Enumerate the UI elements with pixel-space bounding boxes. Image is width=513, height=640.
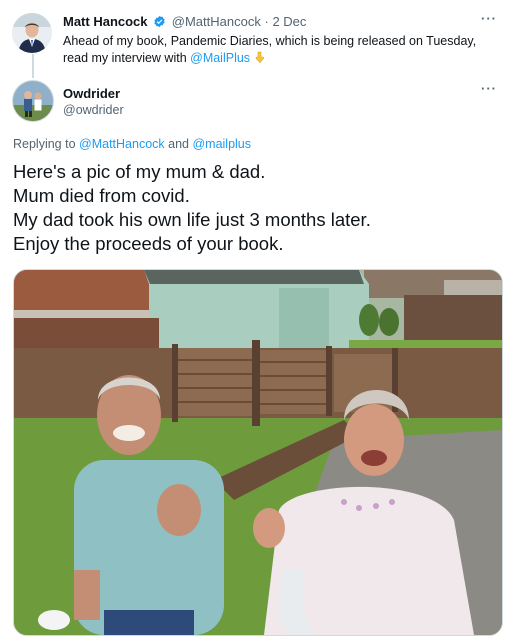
reply-author-handle[interactable]: @owdrider bbox=[63, 103, 124, 117]
reply-line: Mum died from covid. bbox=[13, 185, 190, 206]
author-handle[interactable]: @MattHancock bbox=[172, 14, 261, 29]
tweet-date[interactable]: 2 Dec bbox=[272, 14, 306, 29]
more-options-icon[interactable]: ··· bbox=[481, 12, 497, 25]
original-tweet-header: Matt Hancock @MattHancock · 2 Dec bbox=[63, 14, 306, 32]
replying-and: and bbox=[164, 137, 193, 151]
reply-tweet-text: Here's a pic of my mum & dad. Mum died f… bbox=[13, 160, 503, 256]
reply-line: Here's a pic of my mum & dad. bbox=[13, 161, 266, 182]
mailplus-mention-link[interactable]: @MailPlus bbox=[190, 51, 250, 65]
author-name[interactable]: Matt Hancock bbox=[63, 14, 148, 29]
tweet-text-body: Ahead of my book, Pandemic Diaries, whic… bbox=[63, 34, 477, 65]
attached-photo[interactable] bbox=[13, 269, 503, 636]
replying-to-line: Replying to @MattHancock and @mailplus bbox=[13, 137, 251, 151]
reply-line: Enjoy the proceeds of your book. bbox=[13, 233, 284, 254]
original-tweet-text: Ahead of my book, Pandemic Diaries, whic… bbox=[63, 33, 503, 67]
reply-more-options-icon[interactable]: ··· bbox=[481, 82, 497, 95]
matt-hancock-avatar[interactable] bbox=[12, 13, 52, 53]
reply-tweet-header: Owdrider bbox=[63, 86, 120, 102]
verified-badge-icon bbox=[153, 15, 166, 32]
garden-photo-icon bbox=[14, 270, 502, 635]
replying-user-link-2[interactable]: @mailplus bbox=[192, 137, 251, 151]
reply-author-name[interactable]: Owdrider bbox=[63, 86, 120, 101]
separator-dot: · bbox=[264, 14, 269, 29]
reply-line: My dad took his own life just 3 months l… bbox=[13, 209, 371, 230]
owdrider-avatar[interactable] bbox=[12, 80, 54, 122]
replying-prefix: Replying to bbox=[13, 137, 80, 151]
replying-user-link-1[interactable]: @MattHancock bbox=[79, 137, 165, 151]
pointing-down-hand-icon bbox=[254, 51, 266, 63]
thread-connector-line bbox=[32, 54, 34, 78]
